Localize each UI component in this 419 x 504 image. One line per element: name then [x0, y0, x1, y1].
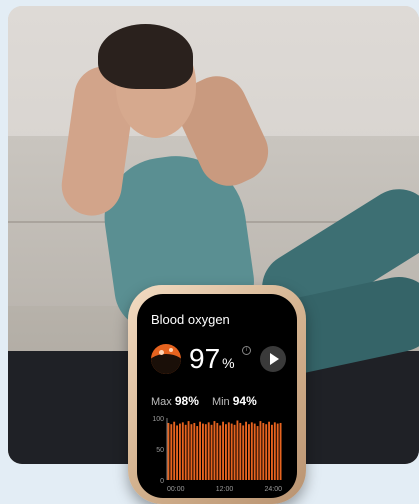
chart-bar [256, 426, 259, 480]
chart-bar [181, 422, 184, 480]
chart-bar [173, 421, 176, 480]
chart-bar [222, 421, 224, 480]
chart-bar [167, 422, 170, 480]
chart-y-tick-label: 100 [152, 416, 164, 423]
min-label: Min [211, 396, 230, 408]
max-label: Max [151, 396, 172, 408]
chart-bar [176, 425, 178, 480]
max-value: 98% [174, 394, 199, 408]
chart-bar [193, 422, 196, 480]
chart-bar [213, 421, 216, 480]
chart-bar [190, 424, 193, 480]
chart-y-tick-label: 50 [156, 447, 164, 454]
chart-bar [204, 424, 207, 480]
chart-bar [219, 425, 222, 480]
chart-bar [248, 424, 250, 480]
chart-bar [210, 424, 213, 480]
chart-bar [265, 424, 268, 480]
chart-bar [271, 424, 273, 480]
chart-bar [227, 422, 230, 480]
chart-bar [279, 422, 282, 480]
spo2-chart-svg: 100 50 000:00 12:00 24:00 [152, 416, 282, 493]
chart-x-tick-label: 12:00 [216, 486, 234, 493]
chart-bar [259, 421, 262, 480]
chart-bar [230, 423, 233, 480]
chart-bar [253, 423, 256, 480]
min-value: 94% [232, 394, 257, 408]
play-icon [269, 353, 279, 365]
chart-bar [276, 423, 279, 480]
woman-hair [98, 24, 193, 89]
chart-bar [262, 422, 265, 480]
chart-bar [239, 422, 242, 480]
spo2-stats: Max 98% Min 94% [151, 394, 289, 408]
spo2-value: 97% [189, 344, 235, 378]
info-icon[interactable]: i [242, 346, 251, 355]
chart-bar [268, 421, 270, 480]
chart-bar [187, 421, 190, 480]
chart-bar [236, 420, 239, 480]
chart-bar [233, 424, 236, 480]
chart-bar [184, 424, 187, 480]
chart-bar [196, 426, 199, 480]
chart-bar [179, 423, 181, 480]
spo2-chart: 100 50 0 00:00 12:00 24:00 [145, 414, 286, 494]
chart-bar [207, 422, 210, 480]
smartwatch: Blood oxygen 97% i Max 98% Min 94% 100 50… [128, 285, 306, 504]
chart-bar [273, 422, 276, 480]
chart-y-tick-label: 0 [160, 478, 164, 485]
play-button[interactable] [260, 346, 286, 372]
spo2-number: 97 [189, 343, 221, 374]
chart-bar [225, 424, 227, 480]
watch-screen: Blood oxygen 97% i Max 98% Min 94% 100 50… [137, 294, 297, 498]
chart-bar [216, 422, 219, 480]
spo2-unit: % [222, 355, 235, 371]
chart-x-tick-label: 24:00 [264, 486, 282, 493]
blood-oxygen-icon [151, 344, 181, 374]
watch-title: Blood oxygen [151, 312, 230, 327]
chart-bar [250, 422, 253, 480]
chart-bar [245, 421, 247, 480]
chart-bar [170, 424, 173, 480]
chart-bar [199, 421, 201, 480]
chart-x-tick-label: 00:00 [167, 486, 185, 493]
chart-bar [202, 423, 204, 480]
chart-bar [242, 425, 245, 480]
